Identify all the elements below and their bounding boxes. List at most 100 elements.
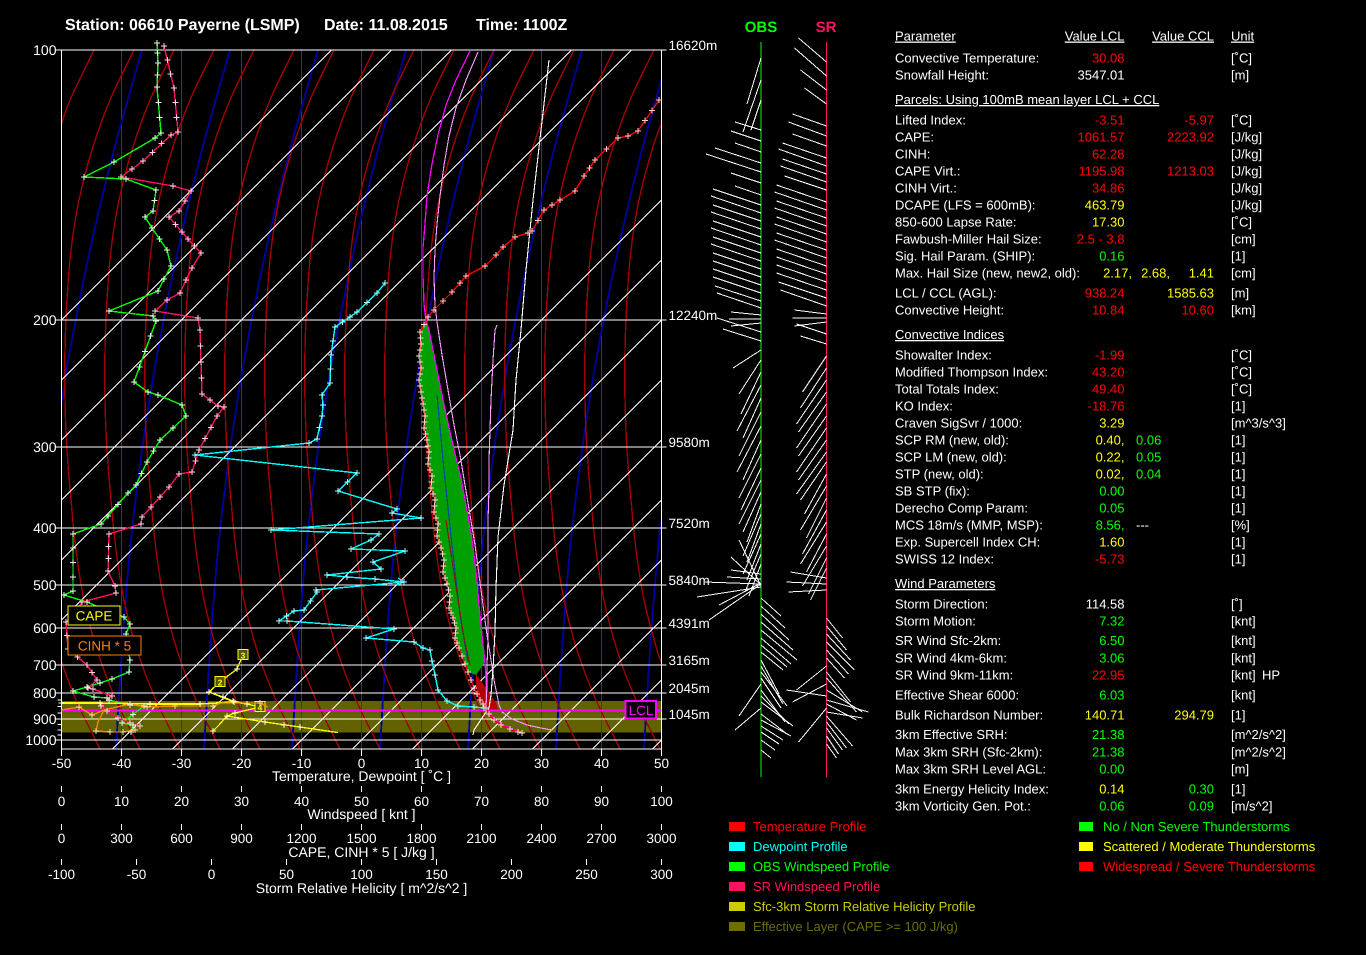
svg-text:2223.92: 2223.92 [1167, 130, 1214, 145]
svg-text:[1]: [1] [1231, 484, 1245, 499]
svg-text:90: 90 [594, 794, 609, 809]
svg-text:4391m: 4391m [669, 616, 710, 631]
svg-text:700: 700 [33, 657, 57, 673]
svg-text:600: 600 [170, 831, 193, 846]
svg-text:Convective Temperature:: Convective Temperature: [895, 51, 1039, 66]
svg-text:[1]: [1] [1231, 249, 1245, 264]
svg-text:SR Windspeed Profile: SR Windspeed Profile [753, 879, 880, 894]
svg-text:300: 300 [110, 831, 133, 846]
svg-text:-5.97: -5.97 [1184, 113, 1214, 128]
svg-text:0.04: 0.04 [1136, 467, 1161, 482]
svg-text:3547.01: 3547.01 [1078, 68, 1125, 83]
svg-text:900: 900 [33, 711, 57, 727]
svg-text:30: 30 [534, 756, 549, 771]
svg-text:1.60: 1.60 [1099, 535, 1124, 550]
svg-text:0: 0 [58, 831, 66, 846]
svg-text:[km]: [km] [1231, 303, 1256, 318]
svg-text:[˚C]: [˚C] [1231, 382, 1252, 397]
svg-text:[˚C]: [˚C] [1231, 365, 1252, 380]
svg-text:16620m: 16620m [669, 38, 718, 53]
svg-text:[1]: [1] [1231, 450, 1245, 465]
svg-text:200: 200 [500, 867, 523, 882]
svg-text:0.06: 0.06 [1136, 433, 1161, 448]
svg-text:0.00: 0.00 [1099, 762, 1124, 777]
svg-text:6.03: 6.03 [1099, 688, 1124, 703]
svg-text:Total Totals Index:: Total Totals Index: [895, 382, 999, 397]
svg-text:Station: 06610 Payerne (LSMP): Station: 06610 Payerne (LSMP) [65, 17, 300, 34]
svg-text:20: 20 [474, 756, 489, 771]
svg-text:0.30: 0.30 [1189, 782, 1214, 797]
svg-text:[1]: [1] [1231, 552, 1245, 567]
svg-text:[J/kg]: [J/kg] [1231, 181, 1262, 196]
svg-text:SR Wind Sfc-2km:: SR Wind Sfc-2km: [895, 633, 1001, 648]
svg-text:Snowfall Height:: Snowfall Height: [895, 68, 989, 83]
svg-text:2100: 2100 [466, 831, 496, 846]
svg-text:400: 400 [33, 520, 57, 536]
svg-text:[knt]: [knt] [1231, 668, 1256, 683]
svg-text:3km Vorticity Gen. Pot.:: 3km Vorticity Gen. Pot.: [895, 799, 1031, 814]
svg-text:9580m: 9580m [669, 435, 710, 450]
svg-text:Value LCL: Value LCL [1065, 29, 1125, 44]
svg-text:Max 3km SRH (Sfc-2km):: Max 3km SRH (Sfc-2km): [895, 745, 1042, 760]
svg-text:50: 50 [654, 756, 669, 771]
svg-text:3000: 3000 [646, 831, 676, 846]
svg-text:49.40: 49.40 [1092, 382, 1125, 397]
svg-text:-40: -40 [112, 756, 132, 771]
svg-text:Storm Direction:: Storm Direction: [895, 597, 988, 612]
svg-text:2.17,: 2.17, [1103, 266, 1132, 281]
svg-text:[˚C]: [˚C] [1231, 113, 1252, 128]
svg-text:30: 30 [234, 794, 249, 809]
svg-text:Date: 11.08.2015: Date: 11.08.2015 [324, 17, 448, 34]
svg-text:3: 3 [241, 651, 246, 661]
svg-text:No / Non Severe Thunderstorms: No / Non Severe Thunderstorms [1103, 819, 1290, 834]
svg-text:140.71: 140.71 [1085, 708, 1125, 723]
svg-text:[cm]: [cm] [1231, 266, 1256, 281]
svg-text:[1]: [1] [1231, 535, 1245, 550]
svg-text:2.68,: 2.68, [1141, 266, 1170, 281]
svg-text:0.05: 0.05 [1136, 450, 1161, 465]
svg-text:Convective Height:: Convective Height: [895, 303, 1004, 318]
svg-text:1061.57: 1061.57 [1078, 130, 1125, 145]
svg-text:600: 600 [33, 620, 57, 636]
svg-text:938.24: 938.24 [1085, 286, 1125, 301]
svg-text:1585.63: 1585.63 [1167, 286, 1214, 301]
svg-text:CAPE:: CAPE: [895, 130, 934, 145]
svg-text:114.58: 114.58 [1086, 597, 1125, 612]
svg-text:6.50: 6.50 [1099, 633, 1124, 648]
svg-text:80: 80 [534, 794, 549, 809]
svg-text:[1]: [1] [1231, 399, 1245, 414]
svg-text:[J/kg]: [J/kg] [1231, 164, 1262, 179]
svg-text:0.14: 0.14 [1099, 782, 1124, 797]
svg-text:Max. Hail Size (new, new2, old: Max. Hail Size (new, new2, old): [895, 266, 1080, 281]
svg-text:Bulk Richardson Number:: Bulk Richardson Number: [895, 708, 1043, 723]
svg-text:20: 20 [174, 794, 189, 809]
svg-text:[1]: [1] [1231, 433, 1245, 448]
svg-text:7520m: 7520m [669, 516, 710, 531]
svg-text:Wind Parameters: Wind Parameters [895, 576, 996, 591]
svg-text:Sfc-3km Storm Relative Helicit: Sfc-3km Storm Relative Helicity Profile [753, 899, 976, 914]
svg-text:2700: 2700 [586, 831, 616, 846]
svg-text:OBS Windspeed Profile: OBS Windspeed Profile [753, 859, 890, 874]
svg-text:1045m: 1045m [669, 707, 710, 722]
svg-text:Effective Shear 6000:: Effective Shear 6000: [895, 688, 1019, 703]
svg-text:10: 10 [114, 794, 129, 809]
svg-text:34.86: 34.86 [1092, 181, 1125, 196]
svg-text:-5.73: -5.73 [1095, 552, 1125, 567]
svg-text:DCAPE (LFS = 600mB):: DCAPE (LFS = 600mB): [895, 198, 1036, 213]
svg-text:[1]: [1] [1231, 467, 1245, 482]
svg-text:463.79: 463.79 [1085, 198, 1125, 213]
svg-text:[m/s^2]: [m/s^2] [1231, 799, 1273, 814]
svg-text:Unit: Unit [1231, 29, 1255, 44]
svg-text:MCS 18m/s (MMP, MSP):: MCS 18m/s (MMP, MSP): [895, 518, 1043, 533]
svg-text:SR: SR [816, 19, 837, 36]
svg-text:[m]: [m] [1231, 68, 1249, 83]
svg-text:[J/kg]: [J/kg] [1231, 147, 1262, 162]
svg-text:CAPE: CAPE [76, 609, 113, 624]
svg-text:21.38: 21.38 [1092, 745, 1125, 760]
svg-text:Dewpoint Profile: Dewpoint Profile [753, 839, 848, 854]
svg-text:Temperature Profile: Temperature Profile [753, 819, 866, 834]
svg-text:0.22,: 0.22, [1096, 450, 1125, 465]
svg-text:[knt]: [knt] [1231, 614, 1256, 629]
svg-text:Storm Motion:: Storm Motion: [895, 614, 976, 629]
svg-text:3.29: 3.29 [1099, 416, 1124, 431]
